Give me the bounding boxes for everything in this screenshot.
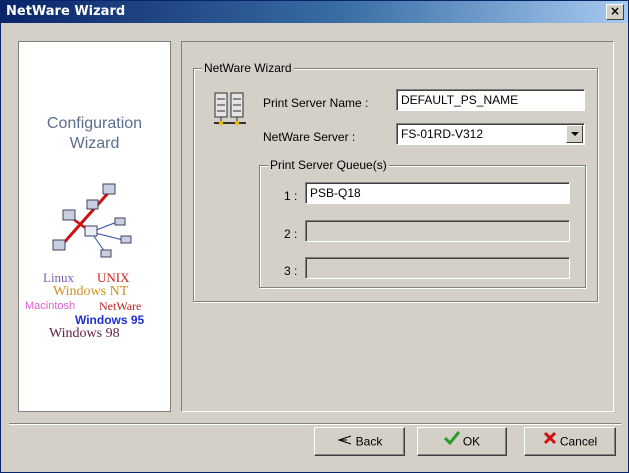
netware-server-value: FS-01RD-V312 <box>401 127 484 141</box>
sidebar-title: Configuration Wizard <box>19 114 170 154</box>
netware-wizard-group: NetWare Wizard Print Server Name : DEFAU… <box>193 61 598 302</box>
wizard-sidebar: Configuration Wizard Linux UNIX Windows … <box>18 41 171 412</box>
print-server-name-input[interactable]: DEFAULT_PS_NAME <box>396 89 585 111</box>
back-button[interactable]: Back <box>314 427 405 456</box>
print-server-name-label: Print Server Name : <box>263 96 369 110</box>
queue-2-label: 2 : <box>284 227 298 241</box>
chevron-down-icon[interactable] <box>566 125 583 143</box>
ok-button-label: OK <box>462 434 481 449</box>
queue-3-input[interactable] <box>305 257 570 279</box>
netware-wizard-dialog: NetWare Wizard × Configuration Wizard Li… <box>0 0 629 473</box>
network-diagram-icon <box>52 183 132 258</box>
os-windows-98: Windows 98 <box>49 326 120 341</box>
queue-1-input[interactable]: PSB-Q18 <box>305 182 570 204</box>
netware-server-select[interactable]: FS-01RD-V312 <box>396 123 585 145</box>
sidebar-title-line1: Configuration <box>46 115 143 132</box>
os-macintosh: Macintosh <box>25 300 76 312</box>
checkmark-icon <box>443 428 460 455</box>
server-icon <box>214 92 246 125</box>
ok-button[interactable]: OK <box>417 427 507 456</box>
back-button-label: Back <box>355 434 383 449</box>
group-title: NetWare Wizard <box>202 61 294 75</box>
title-bar[interactable]: NetWare Wizard × <box>1 1 628 23</box>
os-windows-95: Windows 95 <box>75 313 145 327</box>
cancel-x-icon <box>543 428 557 455</box>
os-windows-nt: Windows NT <box>53 284 129 299</box>
wizard-content-panel: NetWare Wizard Print Server Name : DEFAU… <box>181 41 614 412</box>
queue-3-label: 3 : <box>284 264 298 278</box>
queue-group-title: Print Server Queue(s) <box>268 158 389 172</box>
window-title: NetWare Wizard <box>6 4 126 19</box>
cancel-button[interactable]: Cancel <box>524 427 616 456</box>
footer-separator <box>9 423 621 425</box>
print-server-queue-group: Print Server Queue(s) 1 : PSB-Q18 2 : 3 … <box>259 158 586 288</box>
queue-1-label: 1 : <box>284 189 298 203</box>
queue-2-input[interactable] <box>305 220 570 242</box>
netware-server-label: NetWare Server : <box>263 130 356 144</box>
close-button[interactable]: × <box>606 4 624 20</box>
back-arrow-icon <box>337 428 353 455</box>
os-netware: NetWare <box>99 299 142 313</box>
sidebar-title-line2: Wizard <box>69 135 120 152</box>
cancel-button-label: Cancel <box>559 434 598 449</box>
